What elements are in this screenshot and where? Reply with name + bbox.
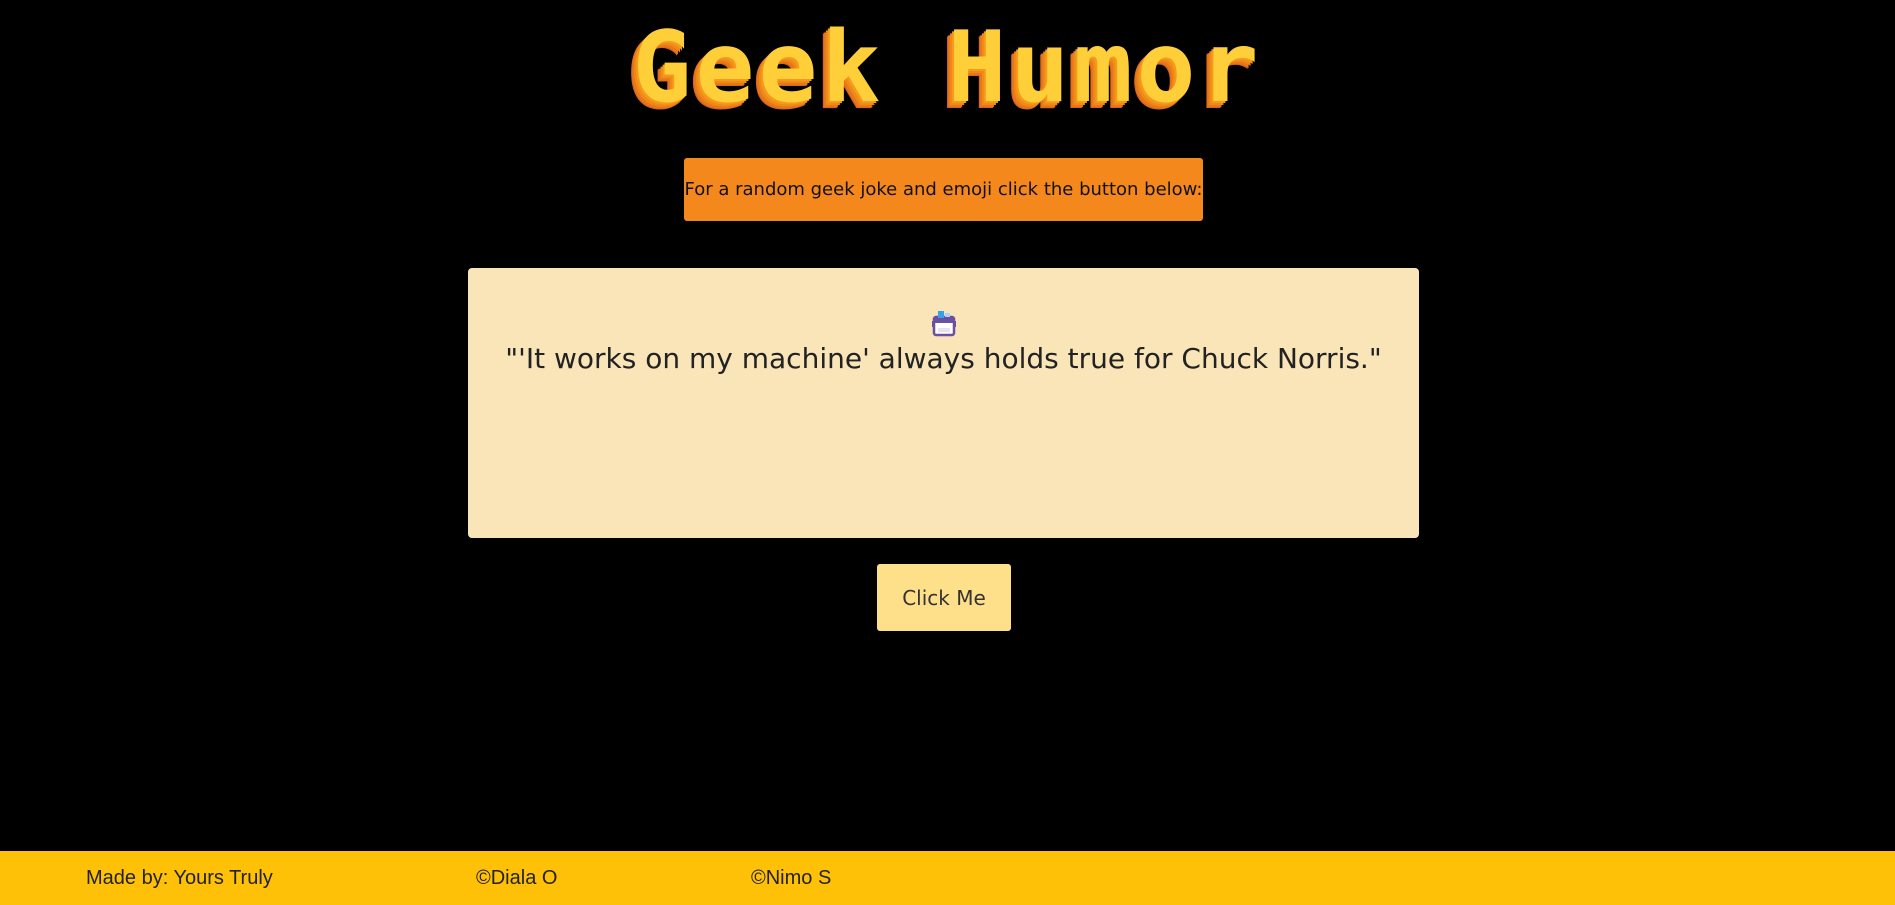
intro-banner: For a random geek joke and emoji click t… (684, 158, 1203, 221)
footer: Made by: Yours Truly ©Diala O ©Nimo S (0, 851, 1895, 905)
joke-card: "'It works on my machine' always holds t… (468, 268, 1419, 538)
emoji-icon (929, 308, 959, 338)
footer-credit-nimo: ©Nimo S (751, 867, 832, 889)
click-me-button[interactable]: Click Me (877, 564, 1011, 631)
footer-made-by: Made by: Yours Truly (86, 867, 273, 889)
intro-text: For a random geek joke and emoji click t… (684, 179, 1203, 200)
page: Geek Humor For a random geek joke and em… (0, 0, 1895, 905)
site-title-logo: Geek Humor (632, 11, 1263, 125)
footer-credit-diala: ©Diala O (476, 867, 558, 889)
joke-text: "'It works on my machine' always holds t… (505, 342, 1382, 375)
